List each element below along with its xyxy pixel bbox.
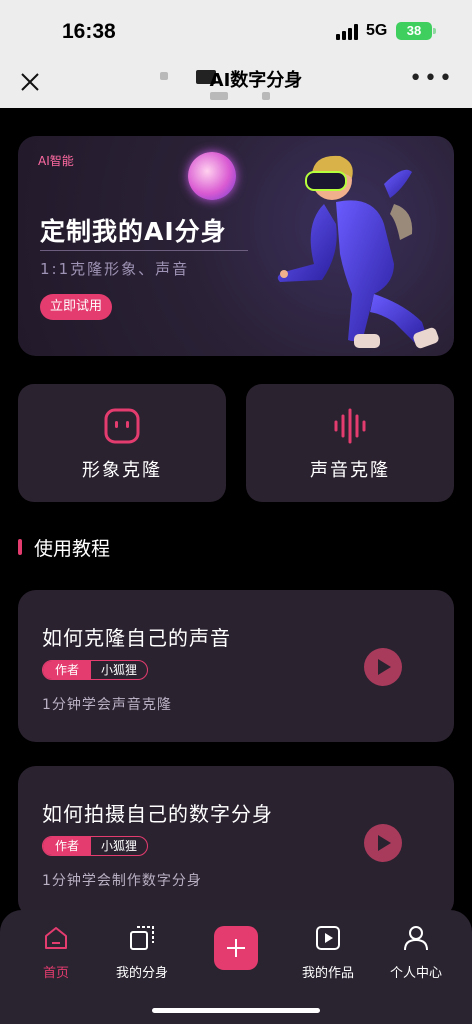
author-badge: 作者 小狐狸	[42, 660, 149, 680]
network-type: 5G	[366, 22, 388, 39]
play-icon[interactable]	[364, 648, 402, 686]
banner-title: 定制我的AI分身	[40, 217, 227, 246]
planet-illustration	[188, 152, 236, 200]
try-now-button[interactable]: 立即试用	[40, 294, 113, 320]
tutorial-title: 如何拍摄自己的数字分身	[42, 802, 273, 826]
tab-my-works-label: 我的作品	[301, 966, 354, 981]
tab-bar: 首页 我的分身 我的作品 个人中心	[0, 910, 472, 1024]
more-icon[interactable]: •••	[409, 66, 454, 91]
image-clone-label: 形象克隆	[82, 460, 162, 481]
banner-tag: AI智能	[38, 154, 74, 168]
nav-bar: AI数字分身 •••	[0, 58, 472, 108]
face-icon	[104, 408, 140, 444]
banner-subtitle: 1:1克隆形象、声音	[40, 260, 190, 278]
voice-clone-card[interactable]: 声音克隆	[246, 384, 454, 502]
author-key: 作者	[43, 661, 92, 679]
avatar-frame-icon	[130, 926, 154, 950]
promo-banner[interactable]: AI智能 定制我的AI分身 1:1克隆形象、声音 立即试用	[18, 136, 454, 356]
author-name: 小狐狸	[101, 663, 138, 677]
battery-level: 38	[406, 23, 422, 38]
image-clone-card[interactable]: 形象克隆	[18, 384, 226, 502]
tab-profile-label: 个人中心	[389, 966, 442, 981]
tab-my-avatar-label: 我的分身	[115, 966, 168, 981]
status-time: 16:38	[62, 20, 116, 43]
signal-icon	[336, 24, 360, 40]
blurred-content	[210, 92, 228, 100]
author-name: 小狐狸	[101, 839, 138, 853]
tab-home-label: 首页	[42, 966, 69, 981]
tab-my-avatar[interactable]: 我的分身	[102, 924, 182, 981]
battery-icon: 38	[396, 22, 436, 40]
user-icon	[404, 926, 428, 951]
create-plus-button[interactable]	[214, 926, 258, 970]
section-title: 使用教程	[34, 538, 111, 560]
tutorial-description: 1分钟学会制作数字分身	[42, 873, 202, 889]
blurred-content	[262, 92, 270, 100]
tab-profile[interactable]: 个人中心	[376, 924, 456, 981]
soundwave-icon	[334, 408, 366, 444]
status-bar: 16:38 5G 38	[0, 0, 472, 58]
tab-my-works[interactable]: 我的作品	[288, 924, 368, 981]
play-box-icon	[316, 926, 340, 950]
voice-clone-label: 声音克隆	[310, 460, 390, 481]
section-marker	[18, 539, 22, 555]
tutorial-card[interactable]: 如何克隆自己的声音 作者 小狐狸 1分钟学会声音克隆	[18, 590, 454, 742]
vr-figure-illustration	[277, 155, 439, 349]
divider	[40, 250, 248, 251]
page-title: AI数字分身	[209, 70, 303, 91]
author-badge: 作者 小狐狸	[42, 836, 149, 856]
author-key: 作者	[43, 837, 92, 855]
home-indicator	[152, 1008, 320, 1013]
tutorial-title: 如何克隆自己的声音	[42, 626, 231, 650]
close-icon[interactable]	[18, 70, 42, 94]
tutorial-card[interactable]: 如何拍摄自己的数字分身 作者 小狐狸 1分钟学会制作数字分身	[18, 766, 454, 918]
tab-home[interactable]: 首页	[16, 924, 96, 981]
home-icon	[45, 927, 67, 949]
tutorial-description: 1分钟学会声音克隆	[42, 697, 172, 713]
play-icon[interactable]	[364, 824, 402, 862]
